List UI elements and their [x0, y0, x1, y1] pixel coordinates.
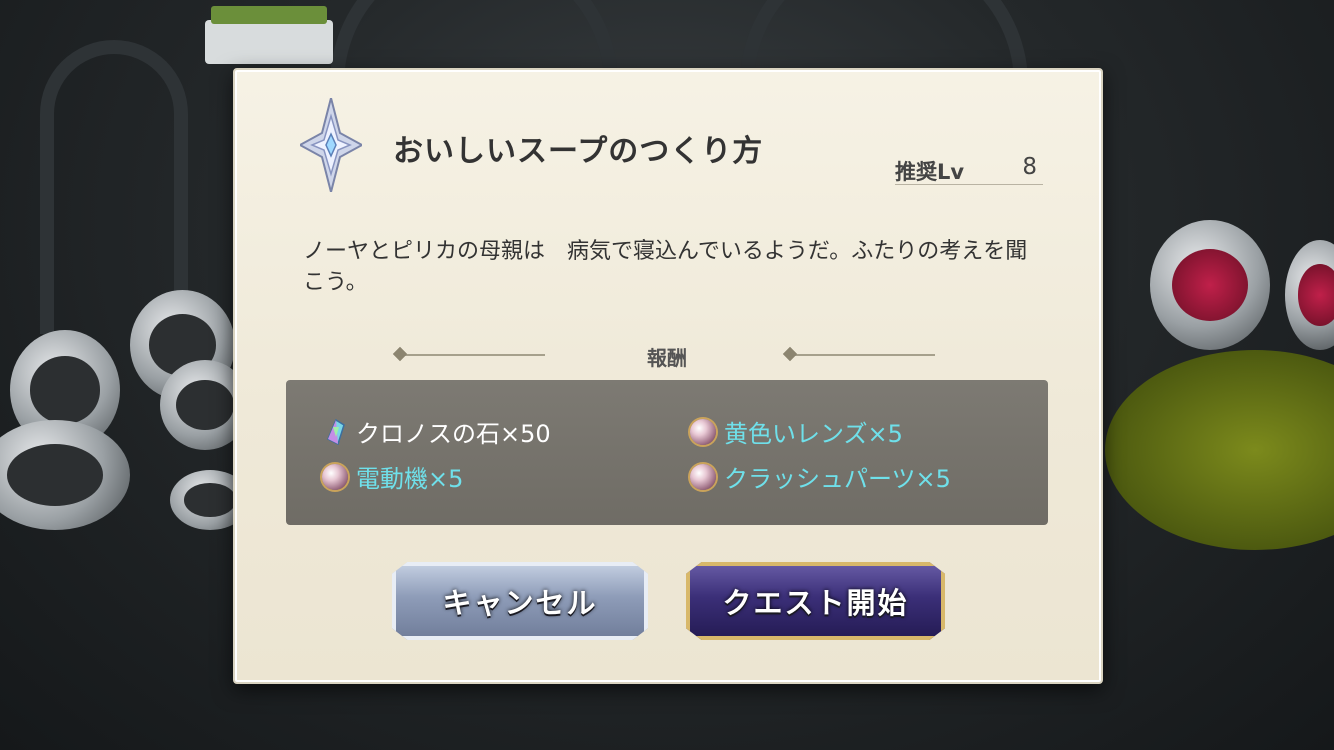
pearl-icon	[690, 418, 716, 445]
quest-crest-icon	[300, 98, 362, 192]
reward-item: クロノスの石×50	[322, 414, 551, 449]
reward-item: 黄色いレンズ×5	[690, 414, 903, 449]
reward-item-label: 電動機×5	[356, 465, 464, 493]
recommended-level-label: 推奨Lv	[895, 160, 965, 184]
reward-heading-label: 報酬	[647, 346, 687, 370]
quest-description: ノーヤとピリカの母親は 病気で寝込んでいるようだ。ふたりの考えを聞こう。	[303, 239, 1028, 295]
ornament-right	[785, 354, 935, 356]
reward-item-label: 黄色いレンズ×5	[724, 420, 903, 448]
quest-title: おいしいスープのつくり方	[393, 134, 764, 169]
recommended-level: 推奨Lv 8	[895, 154, 1043, 185]
pearl-icon	[690, 463, 716, 490]
cancel-button[interactable]: キャンセル	[392, 562, 648, 640]
quest-dialog: おいしいスープのつくり方 推奨Lv 8 ノーヤとピリカの母親は 病気で寝込んでい…	[233, 68, 1103, 684]
chronos-stone-icon	[327, 418, 345, 445]
ornament-left	[395, 354, 545, 356]
reward-item: クラッシュパーツ×5	[690, 459, 951, 494]
reward-heading: 報酬	[235, 340, 1101, 370]
reward-item-label: クロノスの石×50	[356, 420, 551, 448]
reward-list: クロノスの石×50 黄色いレンズ×5 電動機×5 クラッシュパーツ×5	[286, 380, 1048, 525]
reward-item-label: クラッシュパーツ×5	[724, 465, 951, 493]
reward-item: 電動機×5	[322, 459, 463, 494]
quest-start-button[interactable]: クエスト開始	[686, 562, 945, 640]
recommended-level-value: 8	[1022, 154, 1037, 180]
pearl-icon	[322, 463, 348, 490]
